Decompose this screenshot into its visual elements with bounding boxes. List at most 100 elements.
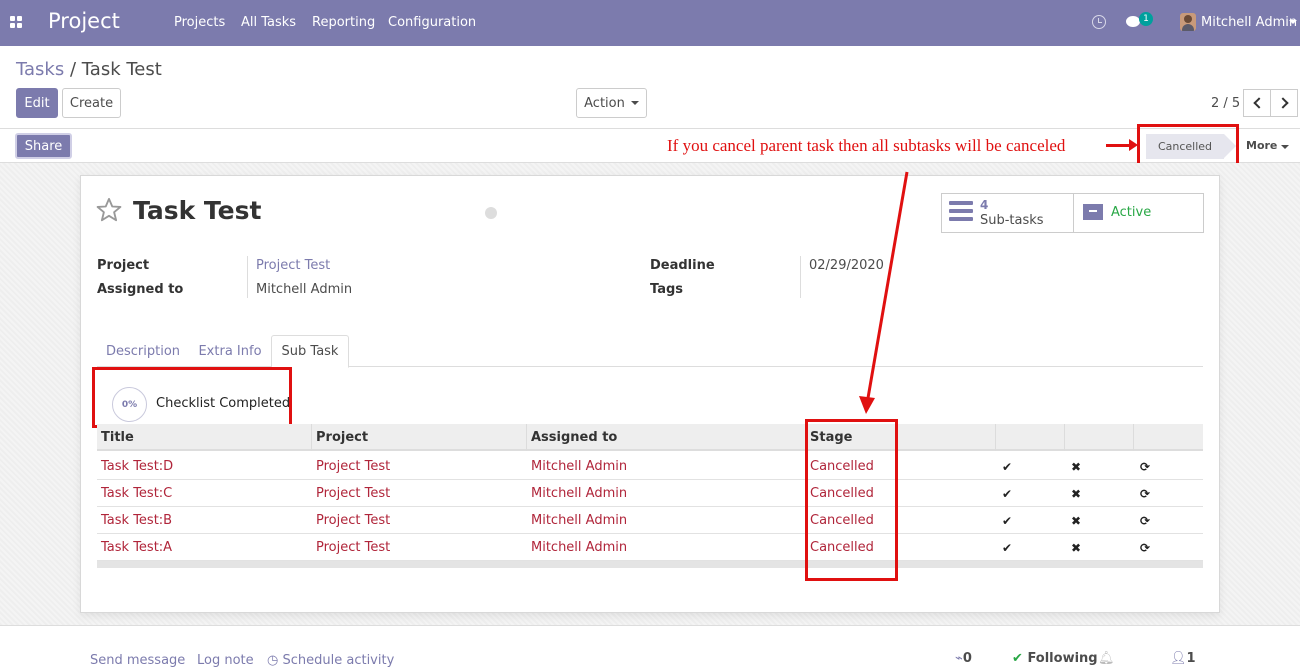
tab-description[interactable]: Description [97,335,189,367]
assigned-to-field[interactable]: Mitchell Admin [256,282,352,297]
caret-down-icon [1281,145,1290,149]
tasks-list-icon [949,201,973,221]
active-toggle-button[interactable]: Active [1073,194,1203,232]
app-title: Project [48,9,120,33]
menu-reporting[interactable]: Reporting [312,15,375,30]
notifications-bell-icon[interactable]: 🔔︎ [1098,651,1115,666]
subtask-assigned[interactable]: Mitchell Admin [531,540,627,555]
subtask-assigned[interactable]: Mitchell Admin [531,486,627,501]
apps-menu-icon[interactable] [10,16,22,28]
check-icon[interactable]: ✔ [1002,541,1012,555]
subtask-assigned[interactable]: Mitchell Admin [531,513,627,528]
field-divider [247,256,248,298]
subtask-project[interactable]: Project Test [316,513,390,528]
menu-all-tasks[interactable]: All Tasks [241,15,296,30]
pager-next-button[interactable] [1270,89,1298,117]
user-menu[interactable]: Mitchell Admin [1201,15,1297,30]
pager-previous-button[interactable] [1243,89,1271,117]
check-icon[interactable]: ✔ [1002,514,1012,528]
table-header: Title Project Assigned to Stage [97,424,1203,451]
table-row[interactable]: Task Test:D Project Test Mitchell Admin … [97,453,1203,480]
log-note-button[interactable]: Log note [197,653,254,668]
active-label: Active [1111,205,1152,220]
breadcrumb-current: Task Test [81,59,162,80]
subtasks-label: Sub-tasks [980,213,1044,228]
column-project[interactable]: Project [316,430,368,445]
share-button[interactable]: Share [15,133,72,159]
annotation-box-checklist [92,367,292,428]
star-icon[interactable] [95,196,123,224]
subtasks-button[interactable]: 4 Sub-tasks [942,194,1073,232]
column-divider [1133,424,1134,451]
check-icon[interactable]: ✔ [1002,487,1012,501]
kanban-state-icon[interactable] [485,207,497,219]
more-dropdown[interactable]: More [1246,139,1290,152]
column-divider [311,424,312,451]
statusbar: Share If you cancel parent task then all… [0,124,1300,169]
followers-count: 1 [1186,651,1196,666]
assigned-to-label: Assigned to [97,282,184,297]
activity-clock-icon[interactable] [1092,15,1106,29]
messages-icon[interactable] [1126,16,1140,27]
table-row[interactable]: Task Test:C Project Test Mitchell Admin … [97,480,1203,507]
table-footer [97,561,1203,568]
field-divider [800,256,801,298]
deadline-field[interactable]: 02/29/2020 [809,258,884,273]
project-field[interactable]: Project Test [256,258,330,273]
following-button[interactable]: ✔ Following [1012,651,1098,666]
attachments-button[interactable]: ⌁0 [955,651,972,666]
task-title[interactable]: Task Test [133,196,261,225]
subtasks-count: 4 [980,198,989,212]
menu-projects[interactable]: Projects [174,15,225,30]
smart-button-box: 4 Sub-tasks Active [941,193,1204,233]
pager-value[interactable]: 2 / 5 [1211,96,1240,111]
refresh-icon[interactable]: ⟳ [1140,487,1150,501]
table-row[interactable]: Task Test:B Project Test Mitchell Admin … [97,507,1203,534]
edit-button[interactable]: Edit [16,88,58,118]
breadcrumb-tasks[interactable]: Tasks [16,59,64,80]
check-icon[interactable]: ✔ [1002,460,1012,474]
form-sheet: Task Test 4 Sub-tasks Active Project Pro… [80,175,1220,613]
top-navbar: Project Projects All Tasks Reporting Con… [0,0,1300,46]
cancel-icon[interactable]: ✖ [1071,460,1081,474]
user-menu-caret-icon[interactable] [1289,20,1297,24]
table-row[interactable]: Task Test:A Project Test Mitchell Admin … [97,534,1203,561]
breadcrumb-separator: / [69,59,77,80]
send-message-button[interactable]: Send message [90,653,185,668]
schedule-activity-button[interactable]: ◷ Schedule activity [267,653,394,668]
subtask-title[interactable]: Task Test:A [101,540,172,555]
subtask-project[interactable]: Project Test [316,540,390,555]
paperclip-icon: ⌁ [955,651,963,666]
column-assigned-to[interactable]: Assigned to [531,430,617,445]
refresh-icon[interactable]: ⟳ [1140,541,1150,555]
followers-button[interactable]: 👤︎1 [1170,651,1196,666]
column-divider [1064,424,1065,451]
subtask-project[interactable]: Project Test [316,459,390,474]
action-label: Action [584,95,625,111]
messages-badge: 1 [1139,12,1153,26]
subtask-title[interactable]: Task Test:B [101,513,172,528]
column-divider [526,424,527,451]
refresh-icon[interactable]: ⟳ [1140,460,1150,474]
cancel-icon[interactable]: ✖ [1071,487,1081,501]
subtask-title[interactable]: Task Test:C [101,486,172,501]
column-title[interactable]: Title [101,430,134,445]
create-button[interactable]: Create [62,88,121,118]
subtask-assigned[interactable]: Mitchell Admin [531,459,627,474]
subtask-project[interactable]: Project Test [316,486,390,501]
tab-extra-info[interactable]: Extra Info [189,335,271,367]
menu-configuration[interactable]: Configuration [388,15,476,30]
cancel-icon[interactable]: ✖ [1071,514,1081,528]
chevron-right-icon [1276,97,1289,109]
tab-sub-task[interactable]: Sub Task [271,335,349,368]
annotation-arrow [1106,139,1138,151]
action-button[interactable]: Action [576,88,647,118]
refresh-icon[interactable]: ⟳ [1140,514,1150,528]
check-icon: ✔ [1012,651,1023,666]
avatar[interactable] [1180,13,1196,31]
tags-label: Tags [650,282,684,297]
following-label: Following [1027,651,1098,666]
subtask-title[interactable]: Task Test:D [101,459,173,474]
form-tabs: Description Extra Info Sub Task [97,335,1203,368]
cancel-icon[interactable]: ✖ [1071,541,1081,555]
